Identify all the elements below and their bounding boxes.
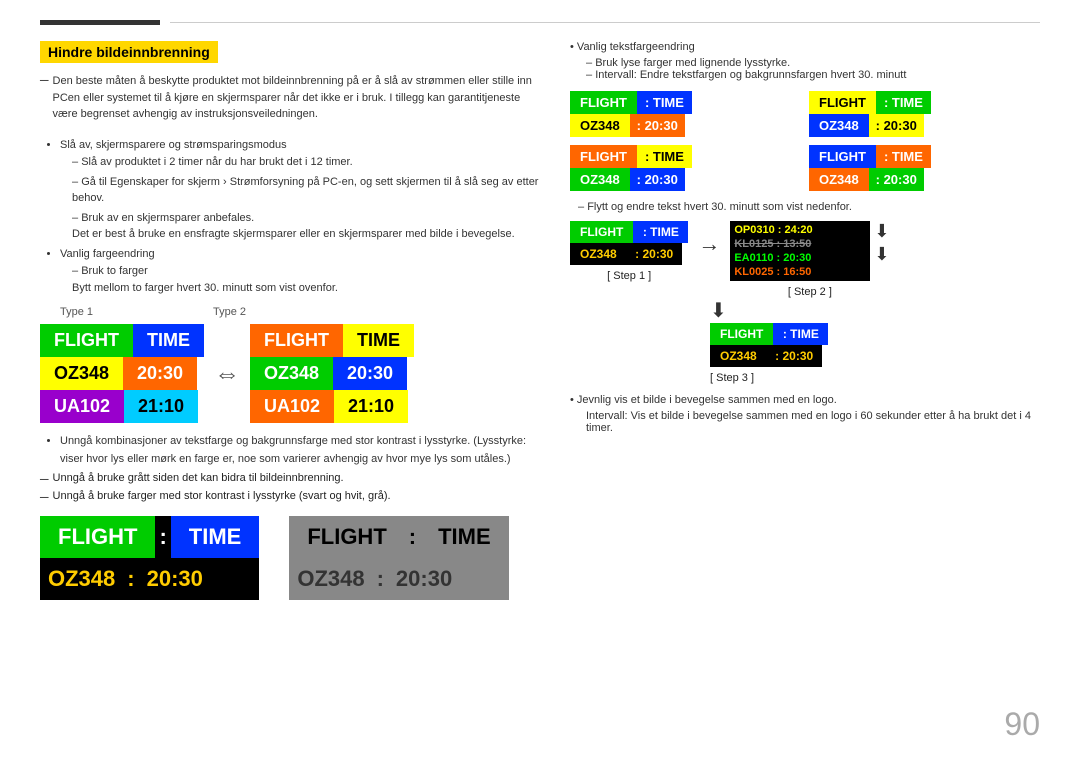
step2-row2: KL0125 : 13:50	[734, 237, 866, 251]
step2-label: [ Step 2 ]	[788, 286, 832, 298]
type1-row1: OZ348 20:30	[40, 357, 204, 390]
type2-flight-label: FLIGHT	[250, 324, 343, 357]
step1-panel: FLIGHT : TIME OZ348 : 20:30	[570, 221, 688, 265]
down-arrows: ⬇ ⬇	[874, 221, 889, 265]
section-heading: Hindre bildeinnbrenning	[40, 41, 218, 63]
step3-label: [ Step 3 ]	[710, 372, 754, 384]
move-note: – Flytt og endre tekst hvert 30. minutt …	[570, 201, 1040, 213]
intro-para: Den beste måten å beskytte produktet mot…	[53, 73, 540, 123]
step3-panel: FLIGHT : TIME OZ348 : 20:30	[710, 323, 828, 367]
step1-block: FLIGHT : TIME OZ348 : 20:30 [ Step 1 ]	[570, 221, 688, 282]
type2-panel: FLIGHT TIME OZ348 20:30 UA102 21:10	[250, 324, 414, 423]
type1-oz348: OZ348	[40, 357, 123, 390]
main-list: Slå av, skjermsparere og strømsparingsmo…	[40, 137, 540, 297]
bullet-item-2: Vanlig fargeendring Bruk to farger Bytt …	[60, 246, 540, 297]
sub-list-1: Slå av produktet i 2 timer når du har br…	[60, 154, 540, 243]
bp1-flight: FLIGHT	[40, 516, 155, 558]
sub-item-1-3: Bruk av en skjermsparer anbefales. Det e…	[72, 210, 540, 243]
right-panel-4: FLIGHT : TIME OZ348 : 20:30	[809, 145, 1040, 191]
type1-row2: UA102 21:10	[40, 390, 204, 423]
type1-panel: FLIGHT TIME OZ348 20:30 UA102 21:10	[40, 324, 204, 423]
logo-note-1: Jevnlig vis et bilde i bevegelse sammen …	[570, 394, 1040, 406]
step2-scrolling-panel: OP0310 : 24:20 KL0125 : 13:50 EA0110 : 2…	[730, 221, 870, 281]
step3-area: ⬇ FLIGHT : TIME OZ348 : 20:30 [ Step 3 ]	[570, 298, 1040, 384]
type2-time-label: TIME	[343, 324, 414, 357]
sub-item-1-1: Slå av produktet i 2 timer når du har br…	[72, 154, 540, 171]
logo-note-2: Intervall: Vis et bilde i bevegelse samm…	[570, 410, 1040, 434]
bp2-time: TIME	[420, 516, 509, 558]
right-panels-grid: FLIGHT : TIME OZ348 : 20:30 FLIGHT : TIM…	[570, 91, 1040, 191]
bp1-colon2: :	[123, 558, 138, 600]
sub-item-2-1: Bruk to farger Bytt mellom to farger hve…	[72, 263, 540, 296]
bp2-data-row: OZ348 : 20:30	[289, 558, 508, 600]
step1-arrow-right: →	[698, 221, 720, 257]
avoid-item: Unngå kombinasjoner av tekstfarge og bak…	[60, 433, 540, 468]
lr-arrow: ⇔	[204, 358, 250, 389]
right-bullet1: Vanlig tekstfargeendring	[570, 41, 1040, 53]
type2-val2: 21:10	[334, 390, 408, 423]
step2-row1: OP0310 : 24:20	[734, 223, 866, 237]
bullet-item-1: Slå av, skjermsparere og strømsparingsmo…	[60, 137, 540, 243]
right-column: Vanlig tekstfargeendring Bruk lyse farge…	[570, 41, 1040, 600]
type2-header-row: FLIGHT TIME	[250, 324, 414, 357]
bp2-flight: FLIGHT	[289, 516, 404, 558]
type2-label: Type 2	[213, 306, 246, 318]
bp2-header: FLIGHT : TIME	[289, 516, 508, 558]
step2-row4: KL0025 : 16:50	[734, 265, 866, 279]
down-arrow-1: ⬇	[874, 221, 889, 242]
logo-notes: Jevnlig vis et bilde i bevegelse sammen …	[570, 394, 1040, 434]
type2-ua102: UA102	[250, 390, 334, 423]
thin-line	[170, 22, 1040, 23]
bp1-data-row: OZ348 : 20:30	[40, 558, 259, 600]
avoid-list: Unngå kombinasjoner av tekstfarge og bak…	[40, 433, 540, 468]
right-panel-3: FLIGHT : TIME OZ348 : 20:30	[570, 145, 801, 191]
page-number: 90	[1004, 706, 1040, 743]
type1-val1: 20:30	[123, 357, 197, 390]
type2-oz348: OZ348	[250, 357, 333, 390]
type1-time-label: TIME	[133, 324, 204, 357]
type1-flight-label: FLIGHT	[40, 324, 133, 357]
step2-block: OP0310 : 24:20 KL0125 : 13:50 EA0110 : 2…	[730, 221, 889, 298]
step1-label: [ Step 1 ]	[607, 270, 651, 282]
type-labels: Type 1 Type 2	[40, 306, 540, 318]
bp1-header: FLIGHT : TIME	[40, 516, 259, 558]
bp1-val: 20:30	[139, 558, 211, 600]
type1-label: Type 1	[60, 306, 93, 318]
steps-area: FLIGHT : TIME OZ348 : 20:30 [ Step 1 ] →	[570, 221, 1040, 298]
page: Hindre bildeinnbrenning ─ Den beste måte…	[0, 0, 1080, 763]
type2-row1: OZ348 20:30	[250, 357, 414, 390]
step2-row3: EA0110 : 20:30	[734, 251, 866, 265]
bp2-colon2: :	[373, 558, 388, 600]
bp2-colon-space: :	[405, 516, 420, 558]
bp1-time: TIME	[171, 516, 260, 558]
right-sub1-2: Intervall: Endre tekstfargen og bakgrunn…	[570, 69, 1040, 81]
bottom-panel-black: FLIGHT : TIME OZ348 : 20:30	[40, 516, 259, 600]
top-decoration	[40, 20, 1040, 25]
content-area: Hindre bildeinnbrenning ─ Den beste måte…	[40, 41, 1040, 600]
bp1-oz: OZ348	[40, 558, 123, 600]
right-sub1-1: Bruk lyse farger med lignende lysstyrke.	[570, 57, 1040, 69]
gray-note2: Unngå å bruke farger med stor kontrast i…	[53, 490, 391, 502]
type1-ua102: UA102	[40, 390, 124, 423]
type2-row2: UA102 21:10	[250, 390, 414, 423]
step3-arrow-down: ⬇	[710, 298, 727, 323]
right-panel-1: FLIGHT : TIME OZ348 : 20:30	[570, 91, 801, 137]
down-arrow-2: ⬇	[874, 244, 889, 265]
thick-line	[40, 20, 160, 25]
type2-val1: 20:30	[333, 357, 407, 390]
bp2-val: 20:30	[388, 558, 460, 600]
bp2-oz: OZ348	[289, 558, 372, 600]
type1-header-row: FLIGHT TIME	[40, 324, 204, 357]
sub-list-2: Bruk to farger Bytt mellom to farger hve…	[60, 263, 540, 296]
sub-item-1-2: Gå til Egenskaper for skjerm › Strømfors…	[72, 174, 540, 207]
bottom-panel-gray: FLIGHT : TIME OZ348 : 20:30	[289, 516, 508, 600]
type1-val2: 21:10	[124, 390, 198, 423]
gray-note1: Unngå å bruke grått siden det kan bidra …	[53, 472, 344, 484]
bp1-colon-space: :	[155, 516, 170, 558]
left-column: Hindre bildeinnbrenning ─ Den beste måte…	[40, 41, 540, 600]
right-panel-2: FLIGHT : TIME OZ348 : 20:30	[809, 91, 1040, 137]
bottom-panels: FLIGHT : TIME OZ348 : 20:30 FLIGHT :	[40, 516, 540, 600]
